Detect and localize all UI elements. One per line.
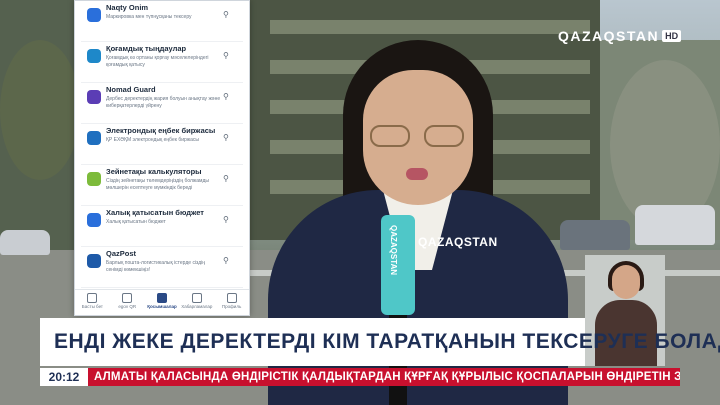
headline: ЕНДІ ЖЕКЕ ДЕРЕКТЕРДІ КІМ ТАРАТҚАНЫН ТЕКС… (54, 330, 720, 353)
headline-bar: ЕНДІ ЖЕКЕ ДЕРЕКТЕРДІ КІМ ТАРАТҚАНЫН ТЕКС… (40, 318, 720, 366)
list-item[interactable]: Электрондық еңбек биржасы ҚР ЕХӘҚМ электр… (81, 124, 243, 165)
calculator-icon (87, 172, 101, 186)
clock: 20:12 (40, 368, 88, 386)
hd-badge: HD (662, 30, 682, 42)
pin-icon[interactable]: ⚲ (223, 216, 231, 224)
pin-icon[interactable]: ⚲ (223, 93, 231, 101)
qr-scan-icon (122, 293, 133, 303)
nav-label: egov QR (118, 304, 137, 309)
list-item[interactable]: Халық қатысатын бюджет Халық қатысатын бю… (81, 206, 243, 247)
list-item[interactable]: Қоғамдық тыңдаулар Қоғамдық өз ортаны қор… (81, 42, 243, 83)
shield-icon (87, 90, 101, 104)
app-name: Электрондық еңбек биржасы (106, 126, 216, 135)
apps-icon (156, 293, 167, 303)
app-name: Халық қатысатын бюджет (106, 208, 204, 217)
app-description: Қоғамдық өз ортаны қорғау мәселелеріндег… (106, 55, 209, 68)
coat-logo: QAZAQSTAN (418, 235, 498, 249)
bottom-nav: Басты бет egov QR Қосымшалар Хабарламалар Пр… (75, 289, 249, 315)
nav-item[interactable]: egov QR (110, 290, 145, 315)
nav-label: Басты бет (81, 304, 103, 309)
pin-icon[interactable]: ⚲ (223, 11, 231, 19)
phone-screenshot: Naqty Onim Маркировка мен түпнұсқаны текс… (74, 0, 250, 316)
nav-item[interactable]: Басты бет (75, 290, 110, 315)
pin-icon[interactable]: ⚲ (223, 175, 231, 183)
microphone-flag: QAZAQSTAN (381, 215, 415, 315)
app-description: Сіздің зейнетақы төлемдеріңіздің болжамд… (106, 178, 210, 191)
mic-label: QAZAQSTAN (389, 225, 398, 276)
app-description: Дербес деректердің жария болуын анықтау … (106, 96, 221, 109)
car (560, 220, 630, 250)
nav-item[interactable]: Хабарламалар (179, 290, 214, 315)
ticker-text: АЛМАТЫ ҚАЛАСЫНДА ӨНДІРІСТІК ҚАЛДЫҚТАРДАН… (88, 368, 680, 386)
e-icon (87, 131, 101, 145)
app-name: Naqty Onim (106, 3, 149, 12)
list-item[interactable]: Зейнетақы калькуляторы Сіздің зейнетақы т… (81, 165, 243, 206)
app-name: QazPost (106, 249, 137, 258)
plane-icon (87, 49, 101, 63)
tree (0, 40, 80, 180)
news-ticker: 20:12 АЛМАТЫ ҚАЛАСЫНДА ӨНДІРІСТІК ҚАЛДЫҚ… (40, 368, 680, 386)
reporter-mouth (406, 168, 428, 180)
pin-icon[interactable]: ⚲ (223, 134, 231, 142)
channel-logo-text: QAZAQSTAN (558, 28, 660, 44)
nav-label: Профиль (221, 304, 242, 309)
list-item[interactable]: Naqty Onim Маркировка мен түпнұсқаны текс… (81, 1, 243, 42)
budget-icon (87, 213, 101, 227)
glasses (368, 125, 468, 147)
app-list: Naqty Onim Маркировка мен түпнұсқаны текс… (75, 1, 249, 288)
nav-item[interactable]: Профиль (214, 290, 249, 315)
car (0, 230, 50, 255)
messages-icon (191, 293, 202, 303)
home-icon (87, 293, 98, 303)
nav-item[interactable]: Қосымшалар (145, 290, 180, 315)
window-row (270, 20, 590, 34)
interpreter-head (612, 265, 640, 299)
app-name: Nomad Guard (106, 85, 156, 94)
car (635, 205, 715, 245)
channel-logo: QAZAQSTAN HD (558, 28, 682, 44)
post-icon (87, 254, 101, 268)
list-item[interactable]: Nomad Guard Дербес деректердің жария болу… (81, 83, 243, 124)
list-item[interactable]: QazPost Барлық пошта-логистикалық істерде… (81, 247, 243, 288)
qr-icon (87, 8, 101, 22)
profile-icon (226, 293, 237, 303)
app-description: Барлық пошта-логистикалық істерде сіздің… (106, 260, 206, 273)
nav-label: Қосымшалар (147, 304, 177, 309)
app-description: ҚР ЕХӘҚМ электрондық еңбек биржасы (106, 137, 199, 143)
app-description: Маркировка мен түпнұсқаны тексеру (106, 14, 192, 20)
app-description: Халық қатысатын бюджет (106, 219, 166, 225)
pin-icon[interactable]: ⚲ (223, 257, 231, 265)
pin-icon[interactable]: ⚲ (223, 52, 231, 60)
app-name: Қоғамдық тыңдаулар (106, 44, 187, 53)
nav-label: Хабарламалар (181, 304, 213, 309)
app-name: Зейнетақы калькуляторы (106, 167, 202, 176)
